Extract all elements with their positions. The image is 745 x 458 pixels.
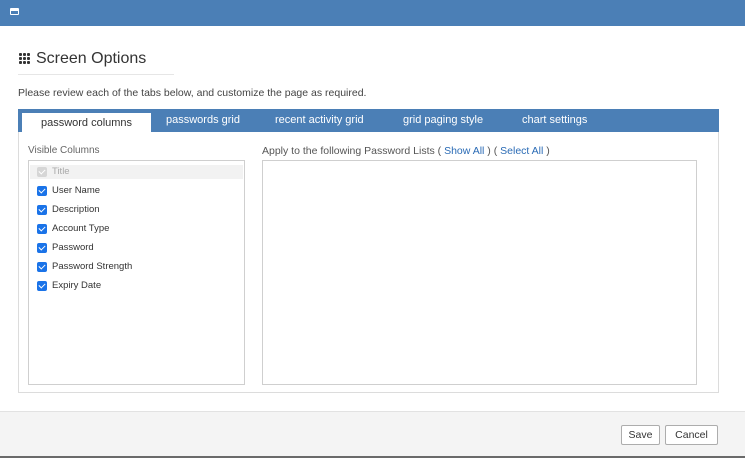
column-label: Password Strength	[52, 261, 133, 272]
column-item-password[interactable]: Password	[37, 241, 237, 255]
checkbox-password-strength[interactable]	[37, 262, 47, 272]
column-item-account-type[interactable]: Account Type	[37, 222, 237, 236]
password-lists-box[interactable]	[262, 160, 697, 385]
save-button[interactable]: Save	[621, 425, 660, 445]
column-item-title: Title	[30, 165, 243, 179]
tab-chart-settings[interactable]: chart settings	[522, 109, 587, 132]
checkbox-user-name[interactable]	[37, 186, 47, 196]
checkbox-title	[37, 167, 47, 177]
column-label: Expiry Date	[52, 280, 102, 291]
column-item-description[interactable]: Description	[37, 203, 237, 217]
tab-grid-paging-style[interactable]: grid paging style	[403, 109, 483, 132]
checkbox-account-type[interactable]	[37, 224, 47, 234]
checkbox-description[interactable]	[37, 205, 47, 215]
apply-prefix: Apply to the following Password Lists (	[262, 145, 442, 157]
cancel-button[interactable]: Cancel	[665, 425, 718, 445]
column-label: Password	[52, 242, 94, 253]
dialog-titlebar	[0, 0, 745, 26]
column-item-password-strength[interactable]: Password Strength	[37, 260, 237, 274]
visible-columns-list: Title User Name Description Account Type…	[28, 160, 245, 385]
checkbox-expiry-date[interactable]	[37, 281, 47, 291]
page-title: Screen Options	[36, 50, 147, 67]
intro-text: Please review each of the tabs below, an…	[18, 87, 367, 99]
grid-dots-icon	[19, 53, 31, 65]
column-label: User Name	[52, 185, 101, 196]
dialog-footer: Save Cancel	[0, 411, 745, 456]
tab-bar: password columns passwords grid recent a…	[18, 109, 719, 132]
dialog-heading: Screen Options	[18, 50, 174, 75]
column-item-user-name[interactable]: User Name	[37, 184, 237, 198]
tab-recent-activity-grid[interactable]: recent activity grid	[275, 109, 364, 132]
select-all-link[interactable]: Select All	[500, 145, 543, 157]
apply-middle: ) (	[487, 145, 498, 157]
show-all-link[interactable]: Show All	[444, 145, 484, 157]
checkbox-password[interactable]	[37, 243, 47, 253]
visible-columns-label: Visible Columns	[28, 145, 100, 156]
column-label: Title	[52, 166, 70, 177]
apply-suffix: )	[546, 145, 550, 157]
column-label: Description	[52, 204, 100, 215]
apply-to-lists-label: Apply to the following Password Lists ( …	[262, 145, 550, 157]
column-item-expiry-date[interactable]: Expiry Date	[37, 279, 237, 293]
column-label: Account Type	[52, 223, 110, 234]
screen-options-dialog: Screen Options Please review each of the…	[0, 0, 745, 458]
tab-passwords-grid[interactable]: passwords grid	[166, 109, 240, 132]
tab-password-columns[interactable]: password columns	[22, 113, 151, 132]
window-icon	[10, 8, 19, 15]
